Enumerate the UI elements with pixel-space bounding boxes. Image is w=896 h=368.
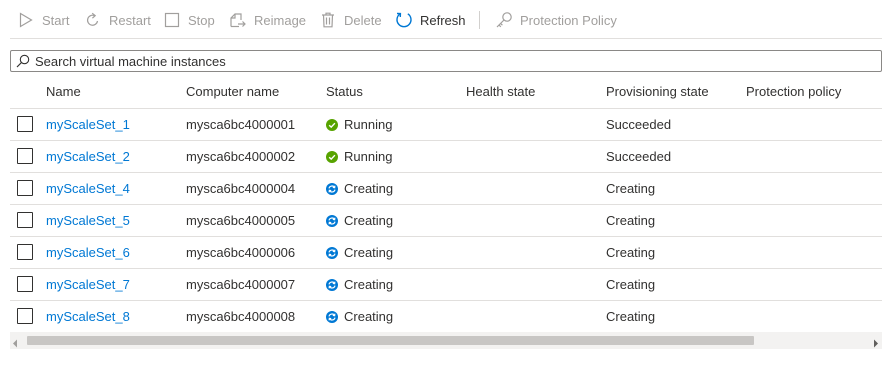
check-circle-icon — [326, 151, 338, 163]
delete-button[interactable]: Delete — [319, 0, 382, 40]
computer-name-cell: mysca6bc4000007 — [186, 277, 296, 292]
provisioning-state-cell: Creating — [606, 277, 656, 292]
status-cell: Creating — [326, 205, 393, 237]
refresh-label: Refresh — [420, 12, 466, 28]
row-checkbox[interactable] — [17, 116, 33, 132]
search-icon — [16, 54, 30, 68]
toolbar-divider — [479, 11, 480, 29]
restart-label: Restart — [109, 12, 151, 28]
provisioning-state-cell: Creating — [606, 213, 656, 228]
refresh-icon — [395, 11, 413, 29]
table-row[interactable]: myScaleSet_8 mysca6bc4000008 Creating Creat… — [10, 301, 882, 333]
key-icon — [495, 11, 513, 29]
stop-label: Stop — [188, 12, 215, 28]
computer-name-cell: mysca6bc4000005 — [186, 213, 296, 228]
table-header: Name Computer name Status Health state P… — [10, 76, 882, 109]
play-icon — [17, 11, 35, 29]
restart-button[interactable]: Restart — [84, 0, 151, 40]
sync-icon — [326, 311, 338, 323]
reimage-label: Reimage — [254, 12, 307, 28]
computer-name-cell: mysca6bc4000001 — [186, 117, 296, 132]
protection-policy-button[interactable]: Protection Policy — [495, 0, 617, 40]
protection-policy-label: Protection Policy — [520, 12, 617, 28]
instance-name-link[interactable]: myScaleSet_6 — [46, 245, 130, 260]
status-cell: Running — [326, 109, 392, 141]
provisioning-state-cell: Creating — [606, 181, 656, 196]
start-label: Start — [42, 12, 70, 28]
instance-name-link[interactable]: myScaleSet_2 — [46, 149, 130, 164]
toolbar-divider-line — [10, 38, 882, 39]
row-checkbox[interactable] — [17, 212, 33, 228]
column-header-computer-name[interactable]: Computer name — [186, 76, 279, 108]
horizontal-scrollbar[interactable] — [10, 332, 882, 349]
status-text: Creating — [344, 181, 394, 196]
status-text: Creating — [344, 213, 394, 228]
provisioning-state-cell: Succeeded — [606, 149, 672, 164]
row-checkbox[interactable] — [17, 180, 33, 196]
instance-name-link[interactable]: myScaleSet_4 — [46, 181, 130, 196]
instance-name-link[interactable]: myScaleSet_5 — [46, 213, 130, 228]
sync-icon — [326, 183, 338, 195]
table-row[interactable]: myScaleSet_5 mysca6bc4000005 Creating Creat… — [10, 205, 882, 237]
provisioning-state-cell: Creating — [606, 245, 656, 260]
column-header-status[interactable]: Status — [326, 76, 363, 108]
column-header-health-state[interactable]: Health state — [466, 76, 535, 108]
column-header-name[interactable]: Name — [46, 76, 81, 108]
table-row[interactable]: myScaleSet_2 mysca6bc4000002 Running Succee… — [10, 141, 882, 173]
row-checkbox[interactable] — [17, 148, 33, 164]
sync-icon — [326, 247, 338, 259]
refresh-button[interactable]: Refresh — [395, 0, 466, 40]
instance-name-link[interactable]: myScaleSet_7 — [46, 277, 130, 292]
scroll-left-icon[interactable] — [12, 336, 18, 351]
check-circle-icon — [326, 119, 338, 131]
delete-label: Delete — [344, 12, 382, 28]
sync-icon — [326, 215, 338, 227]
computer-name-cell: mysca6bc4000008 — [186, 309, 296, 324]
table-row[interactable]: myScaleSet_6 mysca6bc4000006 Creating Creat… — [10, 237, 882, 269]
status-cell: Creating — [326, 269, 393, 301]
column-header-protection-policy[interactable]: Protection policy — [746, 76, 841, 108]
status-cell: Creating — [326, 237, 393, 269]
status-text: Creating — [344, 309, 394, 324]
reimage-icon — [229, 11, 247, 29]
scroll-right-icon[interactable] — [873, 336, 879, 351]
instance-name-link[interactable]: myScaleSet_8 — [46, 309, 130, 324]
trash-icon — [319, 11, 337, 29]
status-cell: Creating — [326, 173, 393, 205]
status-text: Running — [344, 117, 393, 132]
stop-button[interactable]: Stop — [163, 0, 215, 40]
table-row[interactable]: myScaleSet_4 mysca6bc4000004 Creating Creat… — [10, 173, 882, 205]
row-checkbox[interactable] — [17, 244, 33, 260]
table-row[interactable]: myScaleSet_7 mysca6bc4000007 Creating Creat… — [10, 269, 882, 301]
column-header-provisioning-state[interactable]: Provisioning state — [606, 76, 709, 108]
provisioning-state-cell: Creating — [606, 309, 656, 324]
provisioning-state-cell: Succeeded — [606, 117, 672, 132]
sync-icon — [326, 279, 338, 291]
computer-name-cell: mysca6bc4000004 — [186, 181, 296, 196]
instance-name-link[interactable]: myScaleSet_1 — [46, 117, 130, 132]
command-bar: Start Restart Stop Reimage Delete Refres… — [0, 0, 896, 40]
status-cell: Creating — [326, 301, 393, 333]
status-text: Creating — [344, 245, 394, 260]
search-box[interactable] — [10, 50, 882, 72]
scrollbar-thumb[interactable] — [27, 336, 754, 345]
reimage-button[interactable]: Reimage — [229, 0, 306, 40]
row-checkbox[interactable] — [17, 276, 33, 292]
table-row[interactable]: myScaleSet_1 mysca6bc4000001 Running Succee… — [10, 109, 882, 141]
search-input[interactable] — [35, 52, 875, 70]
status-text: Running — [344, 149, 393, 164]
status-cell: Running — [326, 141, 392, 173]
status-text: Creating — [344, 277, 394, 292]
restart-icon — [84, 11, 102, 29]
computer-name-cell: mysca6bc4000002 — [186, 149, 296, 164]
start-button[interactable]: Start — [17, 0, 69, 40]
row-checkbox[interactable] — [17, 308, 33, 324]
stop-icon — [163, 11, 181, 29]
computer-name-cell: mysca6bc4000006 — [186, 245, 296, 260]
instances-table: Name Computer name Status Health state P… — [10, 76, 882, 333]
